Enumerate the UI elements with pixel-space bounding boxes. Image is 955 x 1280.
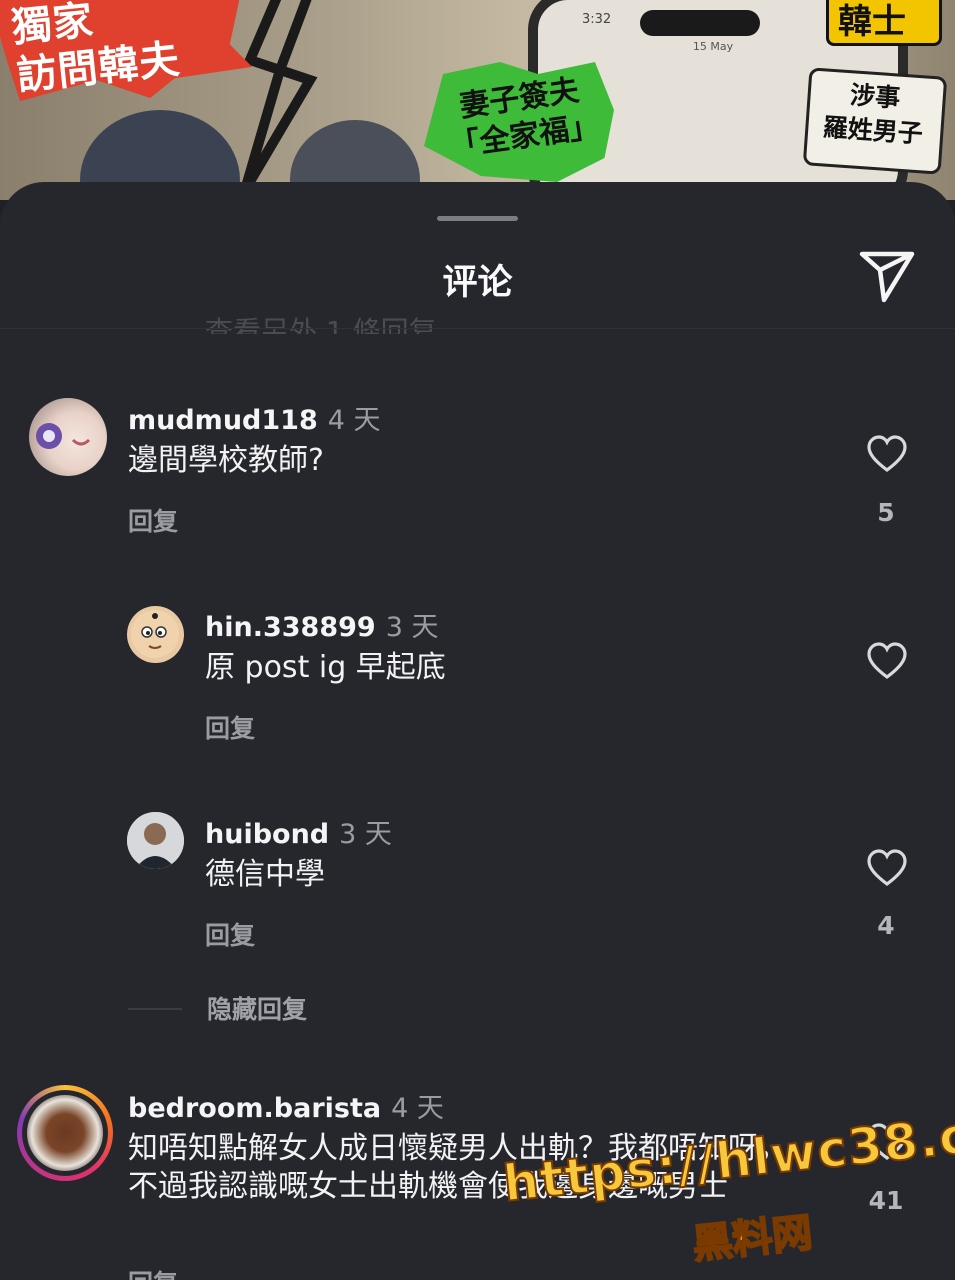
phone-date: 15 May — [692, 40, 734, 53]
reply-button[interactable]: 回复 — [128, 1264, 178, 1280]
paper-plane-icon — [859, 251, 915, 303]
reply-button[interactable]: 回复 — [128, 502, 178, 538]
like-count: 41 — [868, 1186, 904, 1215]
comments-sheet: 评论 查看另外 1 條回复 mudmud118 4 天 邊間學校教師? 回复 5 — [0, 182, 955, 1280]
reply-button[interactable]: 回复 — [205, 709, 255, 745]
avatar[interactable] — [127, 606, 184, 663]
label-sticker-white-text: 涉事 羅姓男子 — [821, 80, 924, 149]
collapsed-reply-hint: 查看另外 1 條回复 — [205, 315, 437, 334]
comment-time: 4 天 — [327, 405, 381, 436]
avatar-image — [36, 423, 91, 449]
like-heart-icon[interactable] — [866, 434, 908, 474]
comment-text: 原 post ig 早起底 — [205, 650, 446, 685]
sheet-title: 评论 — [442, 263, 513, 303]
comment-text: 邊間學校教師? — [128, 443, 324, 478]
video-background: 3:32 15 May 獨家 訪問韓夫 妻子簽夫 「全家福」 涉事 羅姓男子 韓… — [0, 0, 955, 200]
share-button[interactable] — [856, 244, 918, 306]
avatar-image — [131, 610, 179, 658]
comment-time: 4 天 — [391, 1093, 444, 1124]
like-count: 5 — [877, 498, 895, 527]
like-heart-icon[interactable] — [866, 848, 908, 888]
reply-button[interactable]: 回复 — [205, 916, 255, 952]
comment-username[interactable]: bedroom.barista 4 天 — [128, 1086, 444, 1125]
phone-time: 3:32 — [582, 12, 612, 27]
dynamic-island — [640, 10, 760, 36]
avatar-story-ring[interactable] — [17, 1085, 113, 1181]
username-text: hin.338899 — [205, 612, 376, 643]
comment-text: 德信中學 — [205, 857, 325, 892]
hide-replies-divider — [128, 1008, 182, 1010]
comment-username[interactable]: mudmud118 4 天 — [128, 398, 381, 437]
lightning-bolt-graphic — [240, 0, 318, 190]
drag-handle[interactable] — [437, 216, 518, 221]
hide-replies-button[interactable]: 隐藏回复 — [207, 990, 307, 1026]
comment-time: 3 天 — [385, 612, 439, 643]
like-heart-icon[interactable] — [866, 641, 908, 681]
header-divider — [0, 328, 955, 329]
username-text: huibond — [205, 819, 330, 850]
comment-username[interactable]: hin.338899 3 天 — [205, 605, 438, 644]
comment-username[interactable]: huibond 3 天 — [205, 812, 392, 851]
label-sticker-yellow-text: 韓士 — [838, 2, 906, 42]
username-text: mudmud118 — [128, 405, 318, 436]
headline-sticker-red-text: 獨家 訪問韓夫 — [9, 0, 183, 100]
avatar-image — [127, 812, 184, 869]
avatar-image — [27, 1095, 103, 1171]
avatar[interactable] — [127, 812, 184, 869]
username-text: bedroom.barista — [128, 1093, 382, 1124]
avatar[interactable] — [29, 398, 107, 476]
like-count: 4 — [877, 911, 895, 940]
comment-time: 3 天 — [339, 819, 392, 850]
